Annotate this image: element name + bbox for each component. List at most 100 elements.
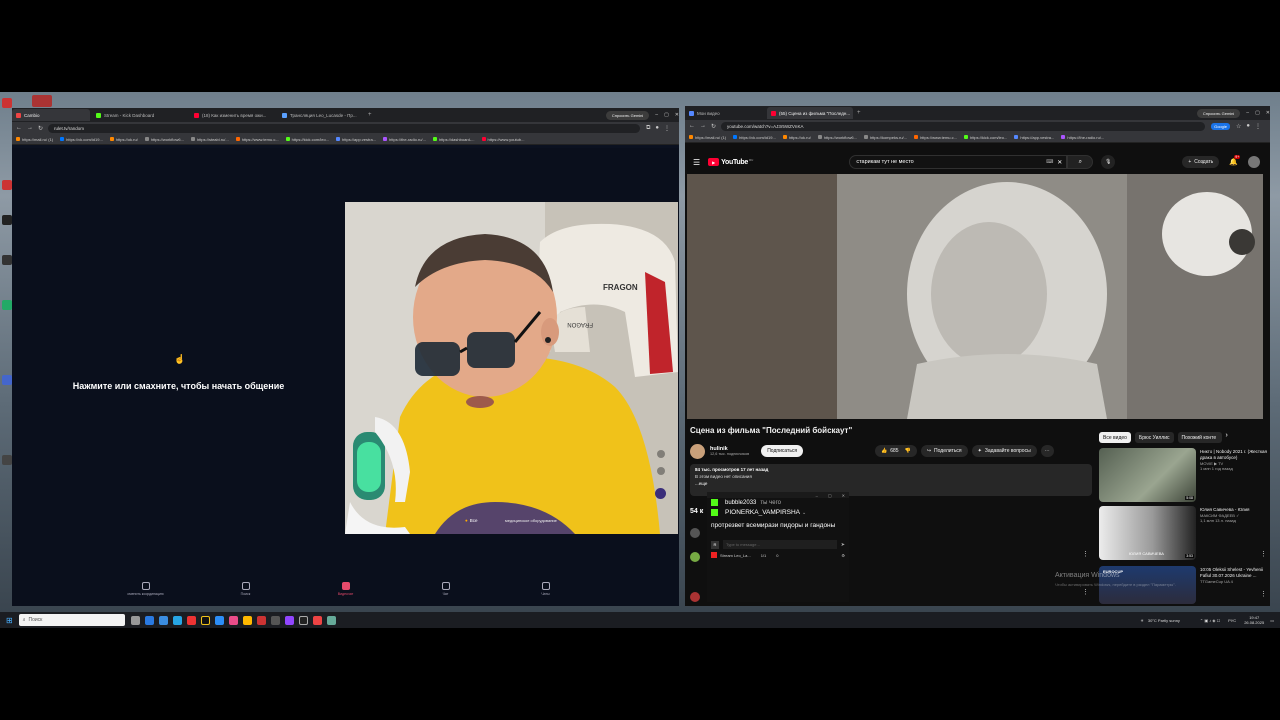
desktop-app-icon[interactable] [2, 180, 12, 190]
folder-icon[interactable] [242, 615, 252, 625]
like-button[interactable]: 👍 685 👎 [875, 445, 917, 457]
forward-icon[interactable]: → [27, 125, 33, 131]
app-icon[interactable] [326, 615, 336, 625]
bookmark-item[interactable]: https://the-radio.ru/... [1061, 135, 1104, 140]
taskbar-search[interactable]: ⌕ Поиск [18, 614, 125, 626]
tiktok-icon[interactable] [228, 615, 238, 625]
steam-icon[interactable] [158, 615, 168, 625]
nav-videochat[interactable]: Видеочат [316, 582, 376, 604]
desktop-app-icon[interactable] [2, 375, 12, 385]
minimize-icon[interactable]: – [816, 493, 818, 498]
ask-button[interactable]: ✦ Задавайте вопросы [971, 445, 1037, 457]
menu-icon[interactable]: ⋮ [664, 125, 670, 132]
bookmark-item[interactable]: https://workflow6... [144, 137, 184, 142]
browser-icon[interactable] [186, 615, 196, 625]
search-button[interactable]: ⌕ [1067, 155, 1094, 169]
obs-icon[interactable] [200, 615, 210, 625]
webcam-toggle[interactable]: ● Все [465, 518, 477, 523]
clock[interactable]: 19:47 26.08.2025 [1244, 615, 1264, 625]
chip-all-videos[interactable]: Все видео [1099, 432, 1131, 443]
tab-cambio[interactable]: Cambio [12, 109, 90, 121]
chevron-down-icon[interactable]: ⌄ [802, 510, 806, 516]
recommendation-item[interactable]: 5:08 Никто | Nobody 2021 г. (Жесткая дра… [1099, 448, 1269, 504]
hamburger-menu-icon[interactable]: ☰ [693, 158, 700, 167]
tab-kick-dashboard[interactable]: Stream - Kick Dashboard [92, 109, 188, 121]
profile-icon[interactable]: ● [655, 125, 659, 131]
bookmark-item[interactable]: https://app.vestra... [336, 137, 376, 142]
chevron-right-icon[interactable]: › [1226, 432, 1228, 443]
bookmark-item[interactable]: https://www.temu.c... [235, 137, 279, 142]
recommendation-menu-icon[interactable]: ⋮ [1260, 590, 1267, 598]
maximize-icon[interactable]: ▢ [828, 493, 832, 498]
share-button[interactable]: ↪ Поделиться [920, 445, 968, 457]
bookmark-item[interactable]: https://the-radio.ru/... [383, 137, 426, 142]
bookmark-item[interactable]: https://mail.ru/ (1) [16, 137, 53, 142]
new-tab-icon[interactable]: + [368, 112, 372, 118]
clear-search-icon[interactable]: ✕ [1057, 159, 1062, 166]
tab-youtube-question[interactable]: (18) Как изменить время ожи... [190, 109, 276, 121]
chat-input[interactable]: Type to message... [723, 540, 837, 549]
app-icon[interactable] [256, 615, 266, 625]
send-icon[interactable]: ➤ [841, 542, 845, 548]
bookmark-item[interactable]: https://kompeks.ru/... [863, 135, 907, 140]
forward-icon[interactable]: → [700, 123, 706, 129]
close-icon[interactable]: ✕ [675, 112, 679, 118]
bookmark-item[interactable]: https://dashboard-... [432, 137, 475, 142]
comment-menu-icon[interactable]: ⋮ [1082, 550, 1089, 558]
reload-icon[interactable]: ↻ [38, 125, 43, 132]
gemini-button[interactable]: Спросить Gemini [1196, 108, 1241, 118]
close-icon[interactable]: ✕ [842, 493, 845, 498]
channel-info[interactable]: hulinik 12,6 тыс. подписчиков [710, 446, 749, 456]
recommendation-item[interactable]: ЮЛИЯ САВИЧЕВА 3:53 Юлия Савичева - Юлия … [1099, 506, 1269, 562]
url-field[interactable]: youtube.com/watch?v=AJ3r5WZVnKA [721, 121, 1206, 131]
create-button[interactable]: + Создать [1182, 156, 1220, 168]
maximize-icon[interactable]: ▢ [664, 112, 669, 118]
notification-center-icon[interactable]: ▭ [1270, 618, 1274, 623]
bookmark-item[interactable]: https://ok.ru/ [782, 135, 811, 140]
app-icon[interactable] [284, 615, 294, 625]
nav-chats[interactable]: Чаты [516, 582, 576, 604]
profile-icon[interactable]: ● [1246, 123, 1250, 129]
task-view-icon[interactable] [130, 615, 140, 625]
edge-icon[interactable] [144, 615, 154, 625]
desktop-app-icon[interactable] [2, 455, 12, 465]
show-more-link[interactable]: ...еще [695, 481, 1087, 486]
microphone-icon[interactable]: 🎙 [1101, 155, 1116, 169]
bookmark-item[interactable]: https://steabl.ru/... [190, 137, 229, 142]
bookmark-item[interactable]: https://kick.com/leo... [963, 135, 1007, 140]
video-player[interactable] [687, 174, 1263, 419]
bookmark-item[interactable]: https://app.vestra... [1014, 135, 1054, 140]
mute-icon[interactable] [657, 467, 665, 475]
desktop-app-icon[interactable] [32, 95, 52, 107]
bookmark-star-icon[interactable]: ☆ [1236, 123, 1241, 130]
videochat-page[interactable]: ☝ Нажмите или смахните, чтобы начать общ… [12, 148, 679, 606]
emote-icon[interactable]: R [711, 540, 719, 549]
bookmark-item[interactable]: https://www.temu.c... [914, 135, 957, 140]
bookmark-item[interactable]: https://vk.com/id19... [60, 137, 103, 142]
bookmark-item[interactable]: https://vk.com/id19... [733, 135, 776, 140]
bookmark-item[interactable]: https://ok.ru/ [109, 137, 138, 142]
channel-avatar[interactable] [690, 443, 705, 459]
minimize-icon[interactable]: – [1246, 110, 1249, 116]
app-icon[interactable] [214, 615, 224, 625]
desktop-app-icon[interactable] [2, 215, 12, 225]
gemini-button[interactable]: Спросить Gemini [605, 110, 650, 120]
telegram-icon[interactable] [172, 615, 182, 625]
bookmark-item[interactable]: https://mail.ru/ (1) [689, 135, 726, 140]
start-prompt[interactable]: Нажмите или смахните, чтобы начать общен… [12, 381, 345, 391]
account-avatar[interactable] [1248, 156, 1260, 168]
keyboard-icon[interactable]: ⌨ [1046, 159, 1053, 165]
subscribe-button[interactable]: Подписаться [761, 445, 804, 457]
minimize-icon[interactable]: – [655, 112, 658, 118]
close-icon[interactable]: ✕ [1266, 110, 1270, 116]
windows-start-icon[interactable]: ⊞ [6, 616, 13, 625]
reload-icon[interactable]: ↻ [711, 123, 716, 130]
tab-my-videos[interactable]: Мои видео [685, 107, 765, 119]
nav-search[interactable]: Поиск [216, 582, 276, 604]
chip-bruce-willis[interactable]: Брюс Уиллис [1134, 432, 1174, 443]
tab-broadcast[interactable]: Трансляция Leo_Lucasde - Пр... [278, 109, 364, 121]
youtube-search-input[interactable]: старикам тут не место ⌨ ✕ [849, 155, 1068, 169]
menu-icon[interactable]: ⋮ [1255, 123, 1261, 130]
thumbs-down-icon[interactable]: 👎 [905, 448, 911, 454]
chrome-icon[interactable] [312, 615, 322, 625]
